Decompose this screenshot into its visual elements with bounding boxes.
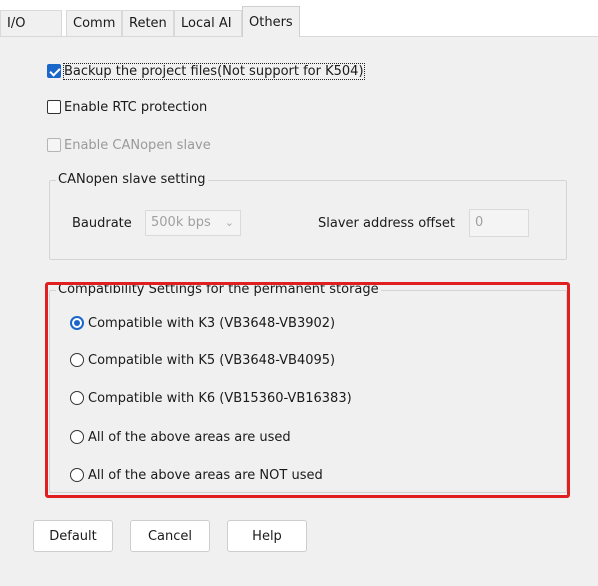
backup-label: Backup the project files(Not support for… <box>63 62 365 80</box>
settings-dialog: I/O Comm Reten Local AI Others Backup th… <box>0 0 598 586</box>
compat-k5-label: Compatible with K5 (VB3648-VB4095) <box>88 352 336 368</box>
rtc-label: Enable RTC protection <box>64 99 208 115</box>
compat-k6-radio[interactable] <box>70 391 84 405</box>
tab-comm[interactable]: Comm <box>66 10 122 36</box>
backup-checkbox[interactable] <box>47 64 61 78</box>
help-button[interactable]: Help <box>227 520 307 552</box>
compat-all-used-radio[interactable] <box>70 430 84 444</box>
compat-option-k3[interactable]: Compatible with K3 (VB3648-VB3902) <box>70 313 335 333</box>
compat-all-used-label: All of the above areas are used <box>88 429 291 445</box>
tab-reten[interactable]: Reten <box>122 10 174 36</box>
baudrate-value: 500k bps <box>151 215 211 230</box>
address-offset-input: 0 <box>469 209 529 237</box>
rtc-option[interactable]: Enable RTC protection <box>47 97 207 117</box>
tab-bar: I/O Comm Reten Local AI Others <box>0 0 598 37</box>
compat-none-used-radio[interactable] <box>70 468 84 482</box>
others-tab-panel: Backup the project files(Not support for… <box>0 37 598 586</box>
compat-option-k6[interactable]: Compatible with K6 (VB15360-VB16383) <box>70 388 352 408</box>
canopen-option: Enable CANopen slave <box>47 135 211 155</box>
compat-option-none-used[interactable]: All of the above areas are NOT used <box>70 465 323 485</box>
canopen-group-title: CANopen slave setting <box>56 172 208 187</box>
compat-k6-label: Compatible with K6 (VB15360-VB16383) <box>88 390 352 406</box>
compat-k3-label: Compatible with K3 (VB3648-VB3902) <box>88 315 336 331</box>
backup-option[interactable]: Backup the project files(Not support for… <box>47 61 365 81</box>
rtc-checkbox[interactable] <box>47 100 61 114</box>
compat-k5-radio[interactable] <box>70 353 84 367</box>
compat-none-used-label: All of the above areas are NOT used <box>88 467 323 483</box>
tab-label: Comm <box>73 16 116 31</box>
baudrate-select: 500k bps ⌄ <box>145 210 241 236</box>
address-offset-label: Slaver address offset <box>318 216 455 231</box>
compat-k3-radio[interactable] <box>70 316 84 330</box>
default-button[interactable]: Default <box>33 520 113 552</box>
tab-io[interactable]: I/O <box>0 10 62 36</box>
canopen-checkbox <box>47 138 61 152</box>
compatibility-group-title: Compatibility Settings for the permanent… <box>56 282 381 297</box>
baudrate-label: Baudrate <box>72 216 132 231</box>
cancel-button[interactable]: Cancel <box>130 520 210 552</box>
tab-label: I/O <box>7 16 26 31</box>
compat-option-k5[interactable]: Compatible with K5 (VB3648-VB4095) <box>70 350 335 370</box>
canopen-label: Enable CANopen slave <box>64 137 211 153</box>
tab-label: Local AI <box>181 16 232 31</box>
tab-label: Reten <box>129 16 167 31</box>
tab-label: Others <box>249 15 293 30</box>
tab-others[interactable]: Others <box>242 6 300 37</box>
canopen-settings-group: CANopen slave setting Baudrate 500k bps … <box>49 172 567 260</box>
chevron-down-icon: ⌄ <box>224 216 234 229</box>
tab-local-ai[interactable]: Local AI <box>174 10 242 36</box>
compat-option-all-used[interactable]: All of the above areas are used <box>70 427 291 447</box>
address-offset-value: 0 <box>475 215 484 230</box>
